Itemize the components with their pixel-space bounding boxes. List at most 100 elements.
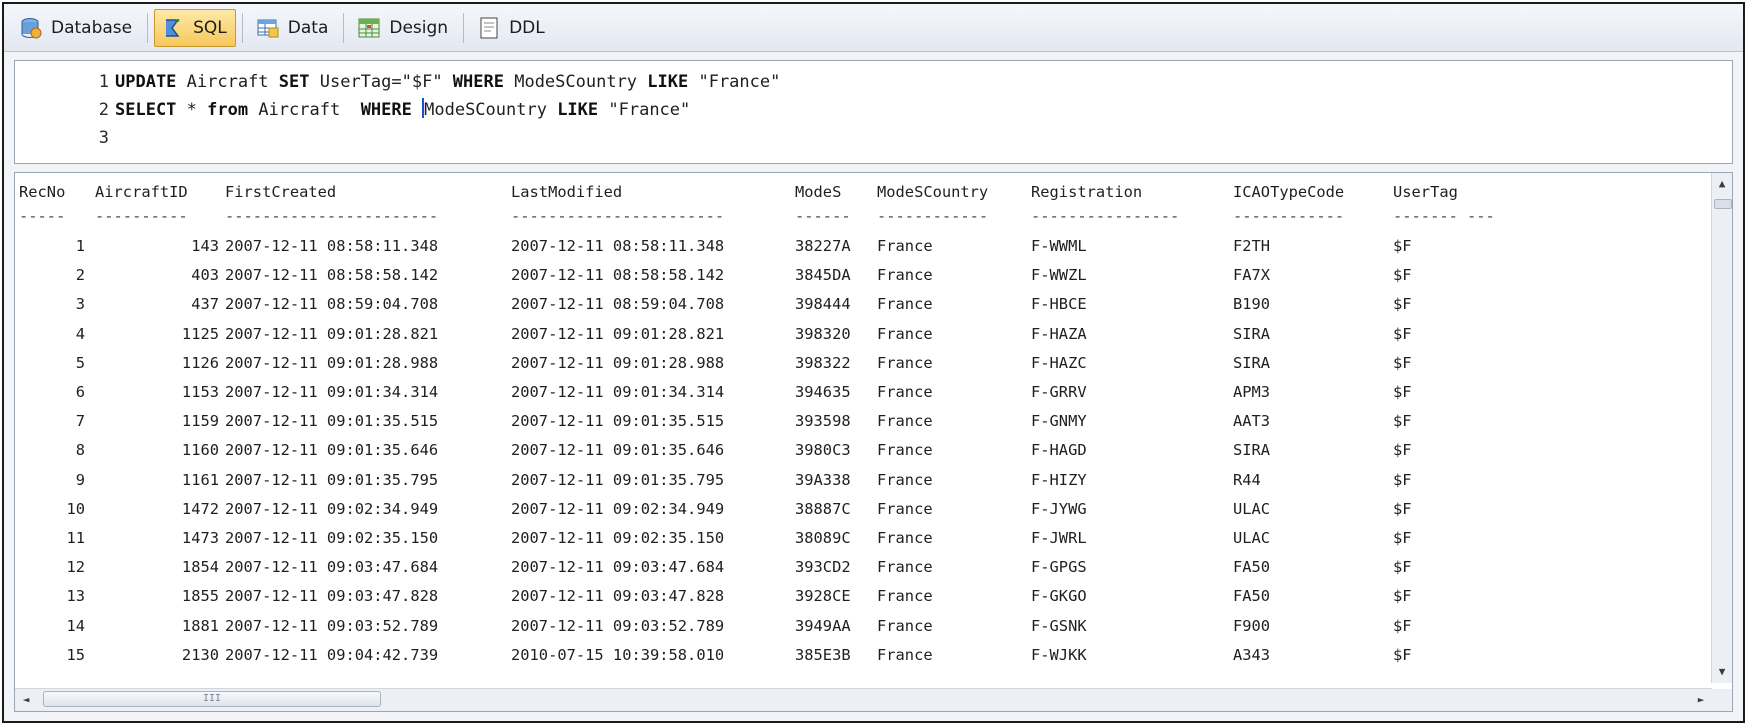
editor-line[interactable]: 2 SELECT * from Aircraft WHERE ModeSCount…	[15, 97, 690, 123]
sql-text: *	[176, 100, 208, 120]
table-cell: $F	[1393, 529, 1412, 547]
table-cell: $F	[1393, 266, 1412, 285]
scroll-right-arrow-icon[interactable]: ►	[1690, 689, 1712, 711]
sql-keyword: LIKE	[557, 100, 599, 120]
table-cell: APM3	[1233, 383, 1271, 401]
table-cell: 2007-12-11 09:01:35.646	[511, 441, 725, 460]
cell-recno: 10	[66, 499, 85, 518]
scroll-left-arrow-icon[interactable]: ◄	[15, 689, 37, 711]
table-cell: F2TH	[1233, 237, 1271, 255]
sql-text: "France"	[598, 100, 691, 120]
sql-text: "France"	[688, 72, 781, 92]
table-cell: 2007-12-11 08:58:11.348	[225, 237, 439, 255]
table-cell: F-GKGO	[1031, 587, 1087, 606]
vertical-scrollbar[interactable]: ▲ ▼	[1711, 173, 1732, 683]
tab-sql[interactable]: SQL	[154, 8, 236, 47]
table-cell: France	[877, 441, 933, 460]
horizontal-scrollbar[interactable]: ◄ III ►	[15, 688, 1712, 711]
column-separator: ----------------	[1031, 207, 1180, 225]
results-grid[interactable]: 15 2130 2007-12-11 09:04:42.739 2010-07-15 …	[14, 172, 1733, 712]
table-cell: 2007-12-11 09:01:35.795	[511, 470, 725, 489]
table-cell: ULAC	[1233, 499, 1271, 518]
sql-keyword: SET	[278, 72, 310, 92]
table-cell: 2007-12-11 08:58:58.142	[511, 266, 725, 285]
column-separator: ------	[795, 207, 851, 225]
table-cell: 385E3B	[795, 645, 851, 664]
column-separator: ------------	[877, 207, 989, 225]
ddl-document-icon	[477, 16, 501, 40]
tab-data[interactable]: Data	[249, 9, 338, 47]
column-separator: -----------------------	[225, 207, 439, 225]
table-cell: 2007-12-11 09:01:28.821	[511, 324, 725, 343]
table-cell: France	[877, 470, 933, 489]
cell-recno: 1	[75, 237, 85, 255]
table-cell: 2007-12-11 08:59:04.708	[225, 295, 439, 314]
column-header: UserTag	[1393, 183, 1458, 201]
table-cell: SIRA	[1233, 353, 1271, 372]
table-cell: 2007-12-11 09:01:34.314	[511, 383, 725, 401]
column-separator: ----------	[95, 207, 188, 225]
toolbar-separator	[241, 12, 243, 43]
table-cell: France	[877, 237, 933, 255]
table-cell: France	[877, 616, 933, 635]
table-cell: FA7X	[1233, 266, 1271, 285]
line-number: 1	[98, 72, 109, 92]
table-cell: 2007-12-11 09:03:47.828	[225, 587, 439, 606]
table-cell: AAT3	[1233, 412, 1271, 431]
tab-label: DDL	[509, 17, 545, 38]
table-cell: $F	[1393, 441, 1412, 460]
table-cell: $F	[1393, 470, 1412, 489]
tab-ddl[interactable]: DDL	[470, 9, 554, 47]
cell-recno: 15	[66, 645, 85, 664]
table-cell: 393CD2	[795, 558, 851, 577]
table-cell: France	[877, 529, 933, 547]
column-header: ICAOTypeCode	[1233, 183, 1345, 201]
table-cell: 2007-12-11 09:04:42.739	[225, 645, 439, 664]
tab-database[interactable]: Database	[12, 9, 141, 47]
column-header: ModeSCountry	[877, 183, 989, 201]
table-cell: France	[877, 295, 933, 314]
cell-recno: 5	[75, 353, 85, 372]
table-cell: 38887C	[795, 499, 851, 518]
table-cell: $F	[1393, 412, 1412, 431]
table-cell: 2007-12-11 09:03:47.684	[511, 558, 725, 577]
table-cell: 2007-12-11 09:02:35.150	[511, 529, 725, 547]
table-cell: 2007-12-11 09:01:28.821	[225, 324, 439, 343]
column-separator: ---	[1467, 207, 1495, 225]
table-cell: B190	[1233, 295, 1271, 314]
table-cell: 2007-12-11 09:02:34.949	[225, 499, 439, 518]
table-cell: France	[877, 412, 933, 431]
scroll-up-arrow-icon[interactable]: ▲	[1712, 173, 1732, 195]
tab-label: Database	[51, 17, 133, 38]
table-cell: F-JWRL	[1031, 529, 1087, 547]
cell-aircraftid: 1126	[181, 353, 219, 372]
editor-line[interactable]: 3	[15, 125, 115, 151]
table-cell: France	[877, 383, 933, 401]
sql-window: Database SQL Data Design DDL 1 UPDATE Aircraf…	[2, 2, 1745, 723]
cell-aircraftid: 1854	[181, 558, 219, 577]
line-number: 3	[98, 128, 109, 148]
table-cell: $F	[1393, 353, 1412, 372]
table-cell: FA50	[1233, 587, 1271, 606]
table-cell: F-GNMY	[1031, 412, 1087, 431]
vertical-scroll-thumb[interactable]	[1714, 199, 1732, 209]
column-header: Registration	[1031, 183, 1143, 201]
horizontal-scroll-thumb[interactable]: III	[43, 691, 381, 707]
tab-design[interactable]: Design	[350, 9, 457, 47]
cell-recno: 3	[75, 295, 85, 314]
editor-line[interactable]: 1 UPDATE Aircraft SET UserTag="$F" WHERE …	[15, 69, 781, 95]
table-cell: 2007-12-11 09:01:35.795	[225, 470, 439, 489]
table-cell: SIRA	[1233, 441, 1271, 460]
table-cell: France	[877, 499, 933, 518]
table-cell: F-GSNK	[1031, 616, 1087, 635]
sql-editor[interactable]: 1 UPDATE Aircraft SET UserTag="$F" WHERE …	[14, 60, 1733, 164]
table-cell: France	[877, 266, 933, 285]
scroll-down-arrow-icon[interactable]: ▼	[1712, 661, 1732, 683]
table-cell: 393598	[795, 412, 851, 431]
scroll-corner	[1712, 689, 1732, 711]
table-cell: 2007-12-11 09:03:52.789	[511, 616, 725, 635]
table-cell: 2007-12-11 09:03:47.828	[511, 587, 725, 606]
database-icon	[19, 16, 43, 40]
sql-keyword: LIKE	[647, 72, 689, 92]
table-cell: F-HAGD	[1031, 441, 1087, 460]
